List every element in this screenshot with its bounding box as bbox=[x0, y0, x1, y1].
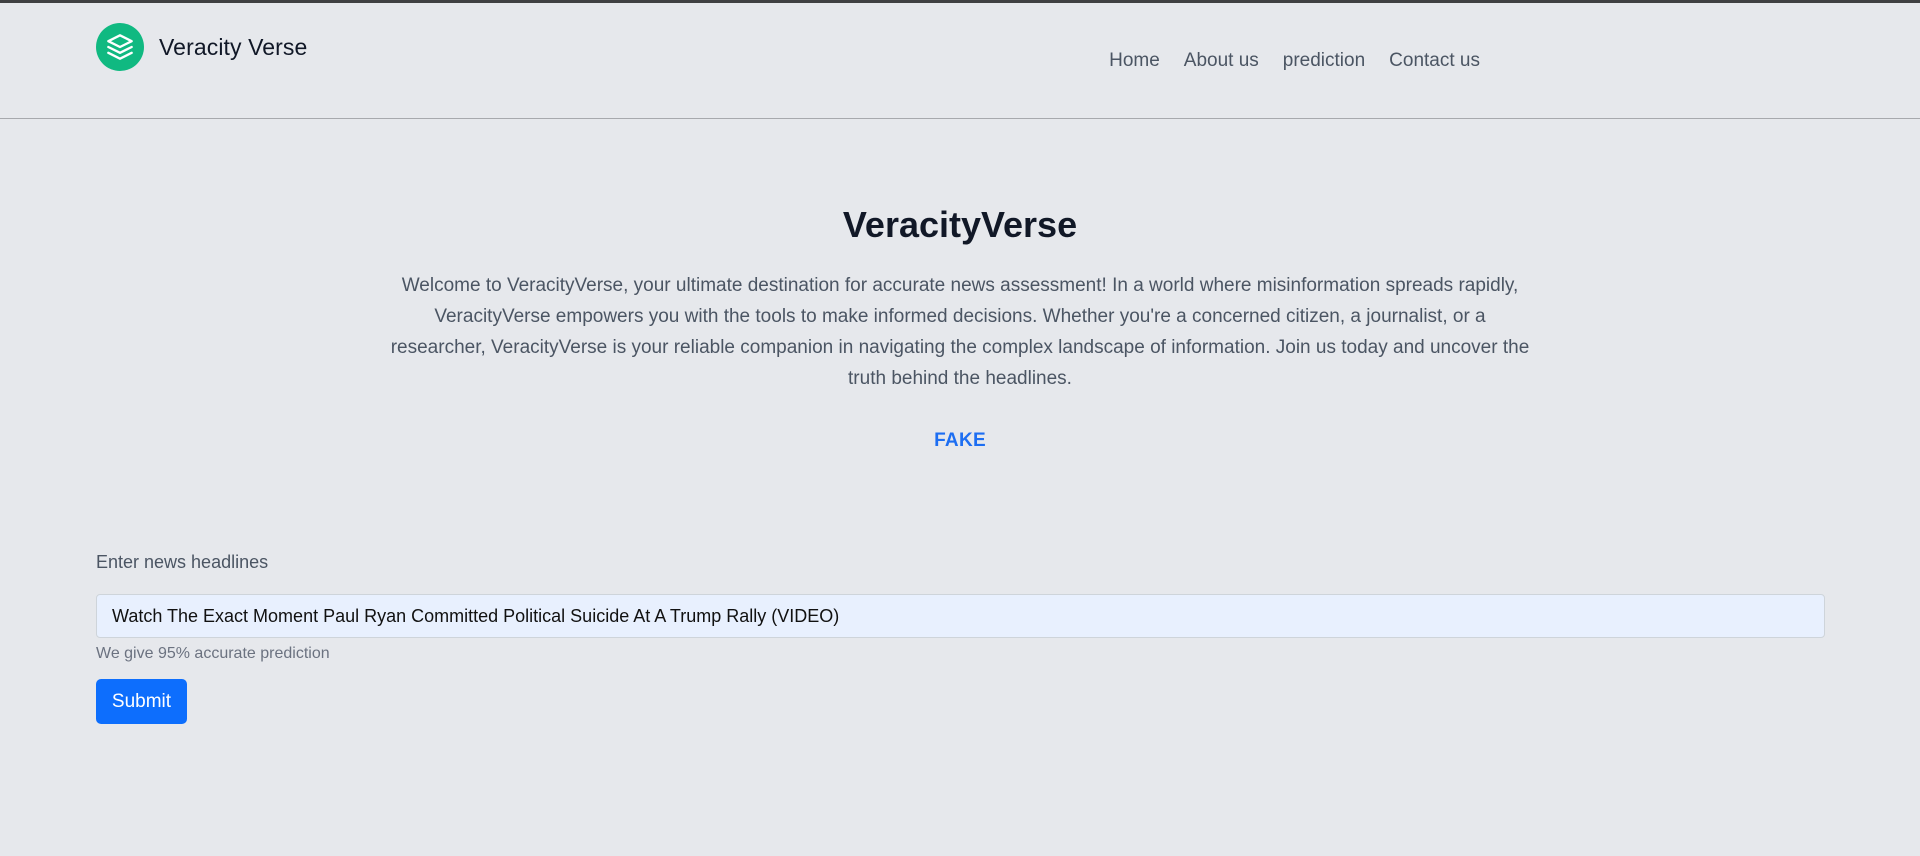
main-nav: Home About us prediction Contact us bbox=[1085, 50, 1480, 72]
site-header: Veracity Verse Home About us prediction … bbox=[0, 3, 1920, 119]
nav-about-us[interactable]: About us bbox=[1184, 50, 1259, 72]
nav-home[interactable]: Home bbox=[1109, 50, 1160, 72]
hero-description: Welcome to VeracityVerse, your ultimate … bbox=[390, 275, 1530, 389]
prediction-result: FAKE bbox=[934, 430, 986, 451]
headline-input[interactable] bbox=[96, 594, 1825, 638]
prediction-form: Enter news headlines We give 95% accurat… bbox=[96, 552, 1825, 724]
nav-contact-us[interactable]: Contact us bbox=[1389, 50, 1480, 72]
headline-label: Enter news headlines bbox=[96, 552, 269, 572]
layers-icon bbox=[96, 23, 144, 71]
brand[interactable]: Veracity Verse bbox=[96, 23, 307, 71]
brand-name: Veracity Verse bbox=[159, 33, 308, 60]
page-title: VeracityVerse bbox=[842, 204, 1078, 245]
help-text: We give 95% accurate prediction bbox=[96, 645, 330, 662]
nav-prediction[interactable]: prediction bbox=[1283, 50, 1365, 72]
submit-button[interactable]: Submit bbox=[96, 679, 187, 724]
hero-section: VeracityVerse Welcome to VeracityVerse, … bbox=[0, 200, 1920, 452]
